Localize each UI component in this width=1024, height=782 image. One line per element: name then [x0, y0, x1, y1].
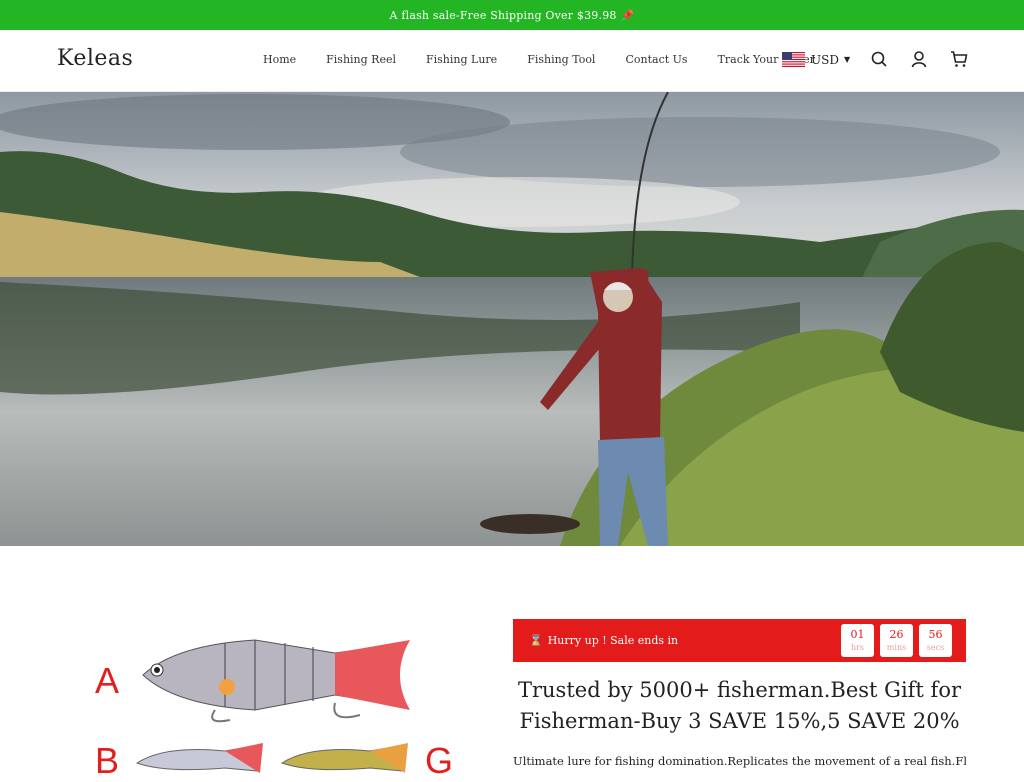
site-logo[interactable]: Keleas [57, 46, 133, 71]
currency-label: USD [811, 52, 839, 67]
timer-hours: 01 hrs [841, 624, 874, 657]
search-icon[interactable] [870, 50, 888, 68]
chevron-down-icon: ▼ [843, 55, 851, 64]
announcement-text: A flash sale-Free Shipping Over $39.98 [389, 8, 617, 22]
nav-fishing-reel[interactable]: Fishing Reel [326, 53, 396, 66]
product-description: Ultimate lure for fishing domination.Rep… [513, 754, 966, 768]
countdown-timer: 01 hrs 26 mins 56 secs [841, 624, 952, 657]
fishing-lure-image-b [135, 743, 263, 773]
header-icons [870, 50, 968, 68]
timer-seconds: 56 secs [919, 624, 952, 657]
hourglass-icon: ⌛ [529, 634, 543, 647]
currency-selector[interactable]: USD ▼ [782, 52, 850, 67]
fishing-lure-image-g [280, 743, 408, 773]
cart-icon[interactable] [950, 50, 968, 68]
us-flag-icon [782, 52, 805, 67]
hero-banner[interactable] [0, 92, 1024, 546]
pin-icon: 📌 [620, 8, 635, 22]
nav-home[interactable]: Home [263, 53, 296, 66]
variant-letter-a: A [95, 660, 120, 701]
fisherman-landscape-image [0, 92, 1024, 546]
main-nav: Home Fishing Reel Fishing Lure Fishing T… [263, 53, 845, 66]
nav-fishing-tool[interactable]: Fishing Tool [527, 53, 595, 66]
announcement-bar: A flash sale-Free Shipping Over $39.98 📌 [0, 0, 1024, 30]
sale-countdown-bar: ⌛ Hurry up ! Sale ends in 01 hrs 26 mins 5… [513, 619, 966, 662]
product-image[interactable]: A B G [90, 615, 470, 781]
sale-label: Hurry up ! Sale ends in [547, 634, 679, 647]
site-header: Keleas Home Fishing Reel Fishing Lure Fi… [0, 30, 1024, 92]
product-headline: Trusted by 5000+ fisherman.Best Gift for… [517, 678, 962, 733]
variant-letter-g: G [425, 740, 454, 781]
timer-minutes: 26 mins [880, 624, 913, 657]
nav-contact-us[interactable]: Contact Us [625, 53, 687, 66]
account-icon[interactable] [910, 50, 928, 68]
variant-letter-b: B [95, 740, 120, 781]
nav-fishing-lure[interactable]: Fishing Lure [426, 53, 497, 66]
fishing-lure-image-a [142, 639, 410, 723]
